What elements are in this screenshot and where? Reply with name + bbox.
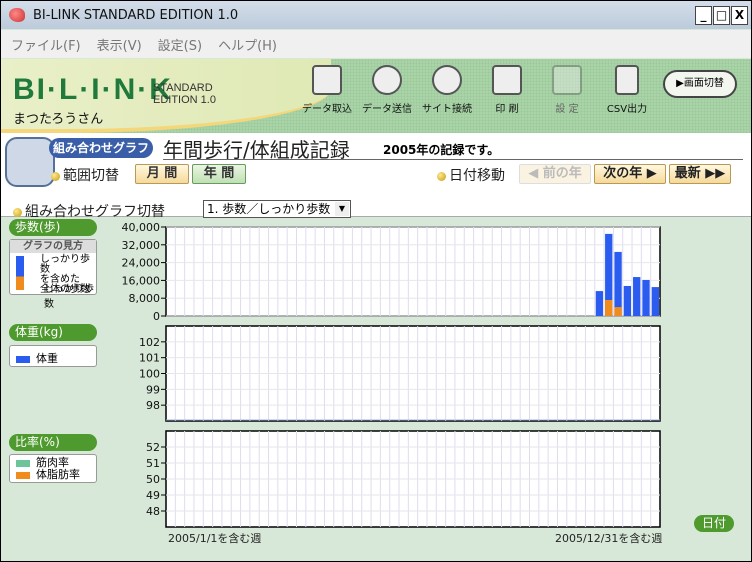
- total-steps-bar: [642, 279, 650, 316]
- y-tick-label: 100: [139, 368, 160, 381]
- y-tick-label: 49: [146, 489, 160, 502]
- y-tick-label: 8,000: [129, 292, 161, 305]
- y-tick-label: 102: [139, 336, 160, 349]
- y-tick-label: 52: [146, 441, 160, 454]
- y-tick-label: 99: [146, 383, 160, 396]
- y-tick-label: 16,000: [122, 274, 161, 287]
- total-steps-bar: [595, 291, 604, 316]
- brisk-steps-bar: [605, 299, 613, 316]
- y-tick-label: 24,000: [122, 257, 161, 270]
- y-tick-label: 50: [146, 473, 160, 486]
- y-tick-label: 48: [146, 505, 160, 518]
- y-tick-label: 40,000: [122, 221, 161, 234]
- y-tick-label: 51: [146, 457, 160, 470]
- total-steps-bar: [633, 277, 641, 316]
- start-week-label: 2005/1/1を含む週: [168, 532, 262, 545]
- y-tick-label: 32,000: [122, 239, 161, 252]
- charts: 40,000 32,000 24,000 16,000 8,000 0 102 101 100 9…: [122, 221, 661, 528]
- total-steps-bar: [623, 285, 632, 316]
- total-steps-bar: [614, 251, 622, 316]
- y-tick-label: 0: [153, 310, 160, 323]
- total-steps-bar: [651, 287, 659, 316]
- date-button[interactable]: 日付: [694, 515, 734, 532]
- end-week-label: 2005/12/31を含む週: [555, 532, 663, 545]
- y-tick-label: 101: [139, 352, 160, 365]
- y-tick-label: 98: [146, 399, 160, 412]
- brisk-steps-bar: [614, 307, 622, 316]
- app-window: BI-LINK STANDARD EDITION 1.0 _ □ X ファイル(…: [1, 1, 751, 561]
